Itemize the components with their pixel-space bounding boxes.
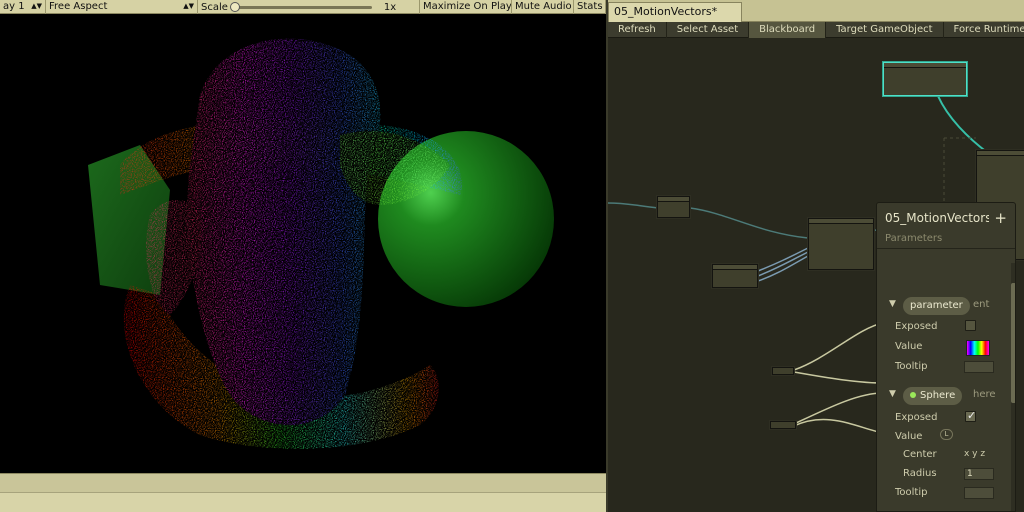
node-header (884, 63, 966, 68)
editor-toolbar: Refresh Select Asset Blackboard Target G… (608, 22, 1024, 38)
chevron-down-icon[interactable]: ▼ (889, 389, 896, 399)
divider (877, 248, 1015, 249)
exposed-label: Exposed (895, 321, 938, 332)
value-label: Value (895, 431, 923, 442)
tooltip-input[interactable] (964, 361, 994, 373)
scale-value: 1x (383, 1, 397, 13)
editor-tab-bar: 05_MotionVectors* (608, 0, 1024, 22)
aspect-label: Free Aspect (49, 1, 108, 12)
vfx-graph-editor: 05_MotionVectors* Refresh Select Asset B… (606, 0, 1024, 512)
display-dropdown[interactable]: ay 1 ▲▼ (0, 0, 46, 14)
parameter-type: here (973, 389, 996, 400)
parameter-name: Sphere (920, 390, 956, 401)
gradient-field[interactable] (966, 340, 990, 356)
display-label: ay 1 (3, 1, 25, 12)
operator-node[interactable] (808, 218, 874, 270)
unity-editor-window: ay 1 ▲▼ Free Aspect ▲▼ Scale 1x Maximize… (0, 0, 1024, 512)
exposed-checkbox[interactable] (965, 320, 976, 331)
center-label: Center (903, 449, 937, 460)
mute-audio-toggle[interactable]: Mute Audio (512, 0, 574, 14)
exposed-checkbox[interactable] (965, 409, 976, 422)
chevron-down-icon[interactable]: ▼ (889, 299, 896, 309)
float-node[interactable] (772, 367, 794, 375)
center-axes: x y z (964, 449, 986, 459)
force-runtime-button[interactable]: Force Runtime M (944, 22, 1024, 38)
scale-label: Scale (201, 1, 228, 13)
game-toolbar: ay 1 ▲▼ Free Aspect ▲▼ Scale 1x Maximize… (0, 0, 606, 14)
game-view-footer: ⌕ (0, 473, 606, 512)
game-viewport[interactable] (0, 15, 606, 473)
scale-slider-thumb[interactable] (229, 1, 240, 12)
node-header (713, 265, 757, 270)
blackboard-panel: 05_MotionVectors + Parameters ▼ paramete… (876, 202, 1016, 512)
parameter-row[interactable]: ▼ parameter ent (877, 297, 1011, 317)
scale-control: Scale 1x (198, 0, 420, 14)
node-header (977, 151, 1024, 156)
add-parameter-button[interactable]: + (994, 209, 1007, 227)
node-header (809, 219, 873, 224)
refresh-button[interactable]: Refresh (608, 22, 667, 38)
dropdown-arrow-icon: ▲▼ (183, 2, 194, 10)
aspect-dropdown[interactable]: Free Aspect ▲▼ (46, 0, 198, 14)
editor-tab[interactable]: 05_MotionVectors* (608, 2, 742, 22)
parameter-node[interactable] (657, 196, 690, 218)
tooltip-input[interactable] (964, 487, 994, 499)
vector-node[interactable] (770, 421, 796, 429)
select-asset-button[interactable]: Select Asset (667, 22, 750, 38)
center-vector-field[interactable]: x y z (963, 449, 985, 461)
parameter-pill[interactable]: Sphere (903, 387, 963, 405)
local-space-badge[interactable]: L (940, 429, 953, 440)
scale-slider[interactable] (229, 1, 372, 12)
scrollbar-thumb[interactable] (1011, 283, 1015, 403)
exposed-dot-icon (910, 392, 916, 398)
parameter-row[interactable]: ▼ Sphere here (877, 387, 1011, 407)
tooltip-label: Tooltip (895, 361, 928, 372)
radius-input[interactable]: 1 (964, 468, 994, 480)
blackboard-toggle[interactable]: Blackboard (749, 22, 827, 38)
parameter-pill[interactable]: parameter (903, 297, 970, 315)
dropdown-arrow-icon: ▲▼ (31, 2, 42, 10)
blackboard-scrollbar[interactable] (1011, 263, 1015, 511)
exposed-label: Exposed (895, 412, 938, 423)
game-view: ay 1 ▲▼ Free Aspect ▲▼ Scale 1x Maximize… (0, 0, 606, 512)
footer-bar: ⌕ (0, 492, 606, 512)
get-attribute-node[interactable] (712, 264, 758, 288)
parameter-type: ent (973, 299, 990, 310)
maximize-on-play-toggle[interactable]: Maximize On Play (420, 0, 512, 14)
tooltip-label: Tooltip (895, 487, 928, 498)
radius-label: Radius (903, 468, 937, 479)
blackboard-title: 05_MotionVectors (885, 211, 989, 225)
blackboard-subtitle: Parameters (885, 233, 943, 244)
value-label: Value (895, 341, 923, 352)
parameter-name: parameter (910, 300, 963, 311)
spawn-context-node[interactable] (883, 62, 967, 96)
target-gameobject-button[interactable]: Target GameObject (826, 22, 944, 38)
node-header (658, 197, 689, 202)
stats-toggle[interactable]: Stats (574, 0, 606, 14)
